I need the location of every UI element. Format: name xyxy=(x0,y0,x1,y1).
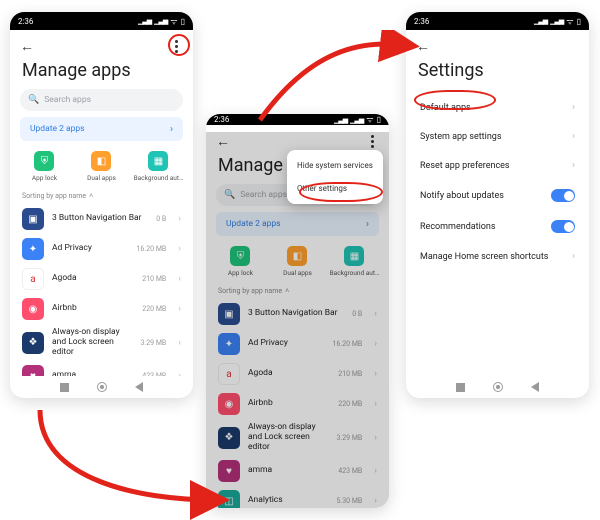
chevron-right-icon: › xyxy=(572,160,575,171)
app-row[interactable]: ♥amma423 MB› xyxy=(10,361,193,376)
shortcut-applock[interactable]: ⛨App lock xyxy=(16,151,72,182)
chevron-right-icon: › xyxy=(178,304,181,314)
phone-manage-apps: 2:36 ▁▃▅▁▃▅ᯤ▯ ← Manage apps 🔍 Search app… xyxy=(10,12,193,398)
nav-back-icon[interactable] xyxy=(135,382,143,392)
page-title: Settings xyxy=(406,56,589,89)
app-icon: ❖ xyxy=(22,332,44,354)
row-reset-preferences[interactable]: Reset app preferences› xyxy=(406,151,589,180)
back-icon[interactable]: ← xyxy=(20,38,34,55)
shortcut-row: ⛨App lock ◧Dual apps ▦Background aut… xyxy=(10,149,193,190)
app-row[interactable]: ✦Ad Privacy16.20 MB› xyxy=(10,234,193,264)
back-icon[interactable]: ← xyxy=(416,38,430,55)
status-icons: ▁▃▅▁▃▅ᯤ▯ xyxy=(334,114,381,125)
sort-row[interactable]: Sorting by app name ˄ xyxy=(10,190,193,204)
row-notify-updates[interactable]: Notify about updates xyxy=(406,180,589,211)
overflow-menu-icon[interactable] xyxy=(169,37,183,55)
menu-item-other-settings[interactable]: Other settings xyxy=(287,177,383,200)
toggle-on[interactable] xyxy=(551,189,575,202)
shortcut-dualapps[interactable]: ◧Dual apps xyxy=(73,151,129,182)
chevron-right-icon: › xyxy=(178,274,181,284)
settings-list: Default apps› System app settings› Reset… xyxy=(406,89,589,271)
nav-bar xyxy=(406,376,589,398)
chevron-up-icon: ˄ xyxy=(89,192,93,200)
nav-recents-icon[interactable] xyxy=(456,383,465,392)
page-title: Manage apps xyxy=(10,56,193,89)
nav-bar xyxy=(10,376,193,398)
status-time: 2:36 xyxy=(214,115,229,124)
app-row[interactable]: ❖Always-on display and Lock screen edito… xyxy=(10,324,193,361)
nav-home-icon[interactable] xyxy=(493,382,503,392)
row-default-apps[interactable]: Default apps› xyxy=(406,93,589,122)
shortcut-background[interactable]: ▦Background aut… xyxy=(130,151,186,182)
chevron-right-icon: › xyxy=(178,214,181,224)
menu-item-hide-system[interactable]: Hide system services xyxy=(287,154,383,177)
chevron-right-icon: › xyxy=(170,124,173,135)
chevron-right-icon: › xyxy=(572,251,575,262)
app-icon: ◉ xyxy=(22,298,44,320)
app-icon: ✦ xyxy=(22,238,44,260)
nav-back-icon[interactable] xyxy=(531,382,539,392)
top-bar: ← xyxy=(406,30,589,56)
shield-icon: ⛨ xyxy=(34,151,54,171)
status-bar: 2:36 ▁▃▅▁▃▅ᯤ▯ xyxy=(206,114,389,125)
status-bar: 2:36 ▁▃▅▁▃▅ᯤ▯ xyxy=(10,12,193,30)
status-time: 2:36 xyxy=(18,17,33,26)
chevron-right-icon: › xyxy=(178,338,181,348)
search-input[interactable]: 🔍 Search apps xyxy=(20,89,183,111)
chevron-right-icon: › xyxy=(572,131,575,142)
update-banner[interactable]: Update 2 apps › xyxy=(20,117,183,141)
search-icon: 🔍 xyxy=(28,95,39,105)
search-placeholder: Search apps xyxy=(44,95,91,105)
chevron-right-icon: › xyxy=(178,244,181,254)
row-recommendations[interactable]: Recommendations xyxy=(406,211,589,242)
toggle-on[interactable] xyxy=(551,220,575,233)
sort-label: Sorting by app name xyxy=(22,192,86,200)
nav-home-icon[interactable] xyxy=(97,382,107,392)
app-icon: ▣ xyxy=(22,208,44,230)
app-list: ▣3 Button Navigation Bar0 B› ✦Ad Privacy… xyxy=(10,204,193,376)
status-time: 2:36 xyxy=(414,17,429,26)
phone-settings: 2:36 ▁▃▅▁▃▅ᯤ▯ ← Settings Default apps› S… xyxy=(406,12,589,398)
row-home-shortcuts[interactable]: Manage Home screen shortcuts› xyxy=(406,242,589,271)
app-row[interactable]: aAgoda210 MB› xyxy=(10,264,193,294)
app-row[interactable]: ◉Airbnb220 MB› xyxy=(10,294,193,324)
phone-overflow-menu: 2:36 ▁▃▅▁▃▅ᯤ▯ ← Manage ap 🔍 Search apps … xyxy=(206,114,389,508)
overflow-popup: Hide system services Other settings xyxy=(287,150,383,204)
chevron-right-icon: › xyxy=(572,102,575,113)
app-icon: ♥ xyxy=(22,365,44,376)
status-bar: 2:36 ▁▃▅▁▃▅ᯤ▯ xyxy=(406,12,589,30)
status-icons: ▁▃▅▁▃▅ᯤ▯ xyxy=(138,16,185,27)
background-icon: ▦ xyxy=(148,151,168,171)
status-icons: ▁▃▅▁▃▅ᯤ▯ xyxy=(534,16,581,27)
nav-recents-icon[interactable] xyxy=(60,383,69,392)
app-icon: a xyxy=(22,268,44,290)
dual-icon: ◧ xyxy=(91,151,111,171)
annotation-arrow xyxy=(20,390,230,520)
update-text: Update 2 apps xyxy=(30,124,85,134)
app-row[interactable]: ▣3 Button Navigation Bar0 B› xyxy=(10,204,193,234)
row-system-app-settings[interactable]: System app settings› xyxy=(406,122,589,151)
top-bar: ← xyxy=(10,30,193,56)
